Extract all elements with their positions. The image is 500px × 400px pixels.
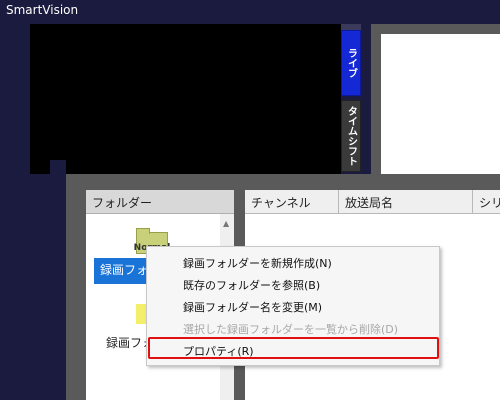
highlight-annotation: [148, 337, 439, 359]
menu-item-remove-folder: 選択した録画フォルダーを一覧から削除(D): [183, 323, 399, 336]
column-header-station[interactable]: 放送局名: [339, 190, 473, 214]
video-viewer[interactable]: [30, 24, 341, 174]
folder-item-selected[interactable]: 録画フォルダー: [94, 258, 154, 284]
menu-item-browse-folder[interactable]: 既存のフォルダーを参照(B): [147, 273, 439, 295]
tab-live-label: ライブ: [345, 48, 357, 78]
scroll-up-icon[interactable]: ▲: [223, 219, 229, 228]
column-header-series[interactable]: シリーズ: [473, 190, 500, 214]
column-header-channel[interactable]: チャンネル: [245, 190, 339, 214]
preview-pane: [381, 34, 500, 174]
tab-timeshift[interactable]: タイムシフト: [341, 100, 361, 172]
app-title: SmartVision: [6, 3, 79, 17]
menu-item-new-folder[interactable]: 録画フォルダーを新規作成(N): [147, 251, 439, 273]
menu-item-rename-folder[interactable]: 録画フォルダー名を変更(M): [147, 295, 439, 317]
folder-panel-header: フォルダー: [86, 190, 234, 214]
window-edge: [50, 160, 66, 400]
tab-timeshift-label: タイムシフト: [345, 106, 357, 166]
tab-live[interactable]: ライブ: [341, 30, 361, 96]
